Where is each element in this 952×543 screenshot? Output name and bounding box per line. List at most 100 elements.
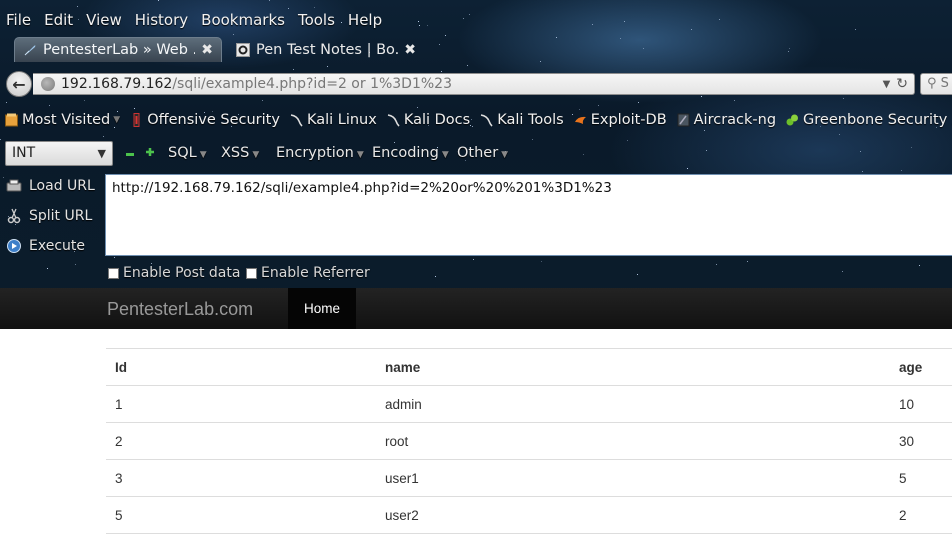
table-header-row: Id name age — [106, 349, 952, 386]
notes-favicon-icon — [236, 42, 250, 57]
star-dot — [419, 25, 420, 26]
menu-file[interactable]: File — [0, 8, 38, 32]
menu-history[interactable]: History — [129, 8, 195, 32]
bookmark-kali-docs[interactable]: Kali Docs — [387, 112, 470, 128]
menu-view[interactable]: View — [80, 8, 129, 32]
kali-dragon-icon — [290, 114, 303, 127]
star-dot — [624, 21, 625, 22]
star-dot — [747, 261, 748, 262]
reload-icon[interactable]: ↻ — [896, 76, 908, 92]
int-select[interactable]: INT ▼ — [5, 141, 113, 166]
search-input[interactable]: ⚲ S — [920, 73, 952, 95]
bookmark-label: Kali Linux — [306, 112, 377, 128]
star-dot — [839, 134, 840, 135]
enable-referrer-checkbox[interactable]: Enable Referrer — [246, 265, 370, 281]
menu-label: XSS — [221, 145, 250, 161]
bookmark-exploit-db[interactable]: Exploit-DB — [574, 112, 667, 128]
search-placeholder: S — [940, 76, 949, 91]
cell-id: 2 — [115, 433, 123, 449]
load-url-button[interactable]: Load URL — [6, 178, 95, 194]
star-dot — [15, 224, 16, 225]
close-icon[interactable]: ✖ — [404, 42, 416, 58]
cell-id: 5 — [115, 507, 123, 523]
star-dot — [467, 65, 468, 66]
star-dot — [473, 259, 474, 260]
enable-post-data-checkbox[interactable]: Enable Post data — [108, 265, 240, 281]
plus-icon[interactable] — [146, 148, 154, 156]
menu-label: Tools — [297, 11, 335, 29]
chevron-down-icon: ▼ — [97, 147, 106, 160]
hackbar-url-textarea[interactable]: http://192.168.79.162/sqli/example4.php?… — [105, 174, 952, 256]
star-dot — [435, 276, 436, 277]
split-url-button[interactable]: Split URL — [6, 208, 92, 224]
star-dot — [463, 18, 464, 19]
star-dot — [47, 268, 48, 269]
bookmark-greenbone[interactable]: Greenbone Security As... — [786, 112, 952, 128]
most-visited-icon — [5, 113, 18, 127]
hackbar-menu-encoding[interactable]: Encoding ▼ — [372, 145, 449, 161]
checkbox-box[interactable] — [246, 267, 257, 279]
star-dot — [788, 51, 789, 52]
menu-edit[interactable]: Edit — [38, 8, 80, 32]
tab-title: Pen Test Notes | Bo... — [256, 41, 399, 58]
bookmark-label: Offensive Security — [147, 112, 280, 128]
table-row: 2 root 30 — [106, 423, 952, 460]
star-dot — [716, 264, 717, 265]
scissors-icon — [7, 208, 21, 224]
minus-icon[interactable] — [126, 151, 134, 159]
kali-dragon-icon — [387, 114, 400, 127]
back-arrow-icon: ← — [12, 74, 26, 94]
star-dot — [445, 35, 446, 36]
navigation-bar: 192.168.79.162/sqli/example4.php?id=2 or… — [0, 68, 952, 100]
star-dot — [3, 177, 4, 178]
execute-button[interactable]: Execute — [6, 238, 85, 254]
table-row: 5 user2 2 — [106, 497, 952, 534]
tab-pen-test-notes[interactable]: Pen Test Notes | Bo... ✖ — [228, 37, 424, 62]
nav-home-link[interactable]: Home — [288, 288, 356, 329]
hackbar-menu-encryption[interactable]: Encryption ▼ — [276, 145, 364, 161]
star-dot — [158, 0, 159, 1]
hackbar-menu-xss[interactable]: XSS ▼ — [221, 145, 259, 161]
star-dot — [103, 136, 104, 137]
chevron-down-icon[interactable]: ▼ — [883, 79, 891, 90]
menu-help[interactable]: Help — [342, 8, 389, 32]
star-dot — [75, 264, 76, 265]
menu-label: Encoding — [372, 145, 439, 161]
browser-chrome: File Edit View History Bookmarks Tools H… — [0, 0, 952, 288]
cell-age: 10 — [899, 396, 915, 412]
star-dot — [598, 105, 599, 106]
bookmarks-toolbar: Most Visited ▼ Offensive Security Kali Li… — [0, 108, 952, 132]
star-dot — [637, 274, 638, 275]
bookmark-aircrack-ng[interactable]: Aircrack-ng — [677, 112, 776, 128]
hackbar-menu-sql[interactable]: SQL ▼ — [168, 145, 207, 161]
back-button[interactable]: ← — [6, 71, 32, 97]
menu-bookmarks[interactable]: Bookmarks — [195, 8, 292, 32]
exploitdb-icon — [574, 116, 586, 124]
star-dot — [427, 25, 428, 26]
url-host: 192.168.79.162 — [61, 76, 173, 92]
site-brand[interactable]: PentesterLab.com — [107, 299, 253, 320]
star-dot — [734, 100, 735, 101]
star-dot — [789, 48, 790, 49]
users-table: Id name age 1 admin 10 2 root 30 3 user1… — [106, 348, 952, 534]
checkbox-label: Enable Post data — [123, 265, 241, 281]
search-icon: ⚲ — [927, 76, 937, 91]
aircrack-icon — [677, 113, 690, 127]
menu-label: Edit — [44, 11, 74, 29]
checkbox-box[interactable] — [108, 267, 119, 279]
star-dot — [541, 261, 542, 262]
menu-tools[interactable]: Tools — [292, 8, 342, 32]
bookmark-offensive-security[interactable]: Offensive Security — [130, 112, 280, 128]
bookmark-kali-linux[interactable]: Kali Linux — [290, 112, 377, 128]
url-text[interactable]: 192.168.79.162/sqli/example4.php?id=2 or… — [61, 76, 883, 92]
bookmark-kali-tools[interactable]: Kali Tools — [480, 112, 564, 128]
hackbar-menu-other[interactable]: Other ▼ — [457, 145, 508, 161]
tab-pentesterlab[interactable]: PentesterLab » Web ... ✖ — [14, 37, 222, 62]
star-dot — [919, 265, 920, 266]
bookmark-most-visited[interactable]: Most Visited ▼ — [5, 112, 120, 128]
url-path: /sqli/example4.php?id=2 or 1%3D1%23 — [172, 76, 452, 92]
url-bar[interactable]: 192.168.79.162/sqli/example4.php?id=2 or… — [33, 73, 915, 95]
close-icon[interactable]: ✖ — [201, 42, 213, 58]
star-dot — [269, 0, 270, 1]
star-dot — [592, 24, 593, 25]
